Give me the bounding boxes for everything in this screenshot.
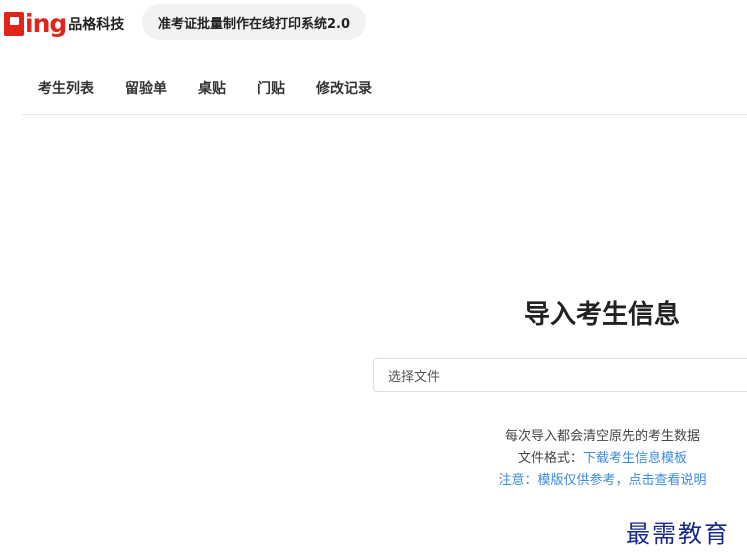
nav-item-desk-label[interactable]: 桌贴 bbox=[198, 78, 226, 98]
nav-item-student-list[interactable]: 考生列表 bbox=[38, 78, 94, 98]
system-title-tab[interactable]: 准考证批量制作在线打印系统2.0 bbox=[142, 4, 367, 40]
logo-wordmark: ing bbox=[25, 9, 67, 38]
page-title: 导入考生信息 bbox=[524, 300, 681, 330]
nav-item-door-label[interactable]: 门贴 bbox=[257, 78, 285, 98]
top-bar: ing 品格科技 准考证批量制作在线打印系统2.0 bbox=[0, 0, 747, 48]
brand-logo[interactable]: ing 品格科技 bbox=[4, 8, 124, 36]
main-nav: 考生列表 留验单 桌贴 门贴 修改记录 bbox=[22, 62, 747, 115]
watermark: 最需教育 bbox=[626, 520, 730, 548]
download-template-link[interactable]: 下载考生信息模板 bbox=[583, 451, 687, 466]
import-notes: 每次导入都会清空原先的考生数据 文件格式：下载考生信息模板 注意：模版仅供参考，… bbox=[470, 426, 735, 492]
file-select-placeholder: 选择文件 bbox=[388, 369, 441, 385]
file-select-input[interactable]: 选择文件 bbox=[373, 358, 747, 392]
note-file-format: 文件格式：下载考生信息模板 bbox=[470, 448, 735, 470]
template-notice-link[interactable]: 注意：模版仅供参考，点击查看说明 bbox=[470, 470, 735, 492]
nav-item-change-log[interactable]: 修改记录 bbox=[316, 78, 372, 98]
nav-item-check-slip[interactable]: 留验单 bbox=[125, 78, 167, 98]
format-label: 文件格式： bbox=[517, 451, 583, 466]
note-clear-data: 每次导入都会清空原先的考生数据 bbox=[504, 429, 700, 444]
logo-p-mark bbox=[4, 12, 24, 36]
logo-company-name: 品格科技 bbox=[68, 17, 125, 33]
